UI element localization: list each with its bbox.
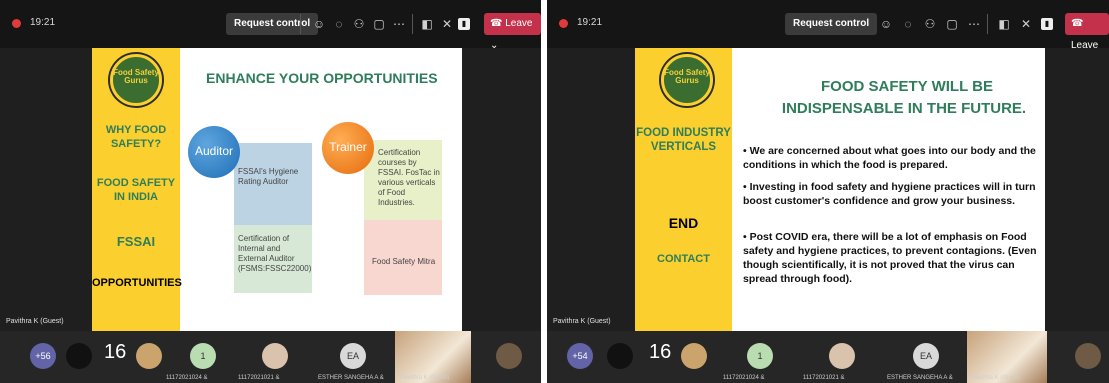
participant-count: 16 <box>649 341 672 363</box>
food-safety-logo: Food Safety Gurus <box>110 54 162 106</box>
auditor-box-1: FSSAI's Hygiene Rating Auditor <box>238 167 299 186</box>
chevron-down-icon: ⌄ <box>490 40 499 51</box>
participant-avatar-ea[interactable]: EA <box>913 343 939 369</box>
meeting-window-left: 19:21 Request control ☺ ◌ ⚇ ▢ ⋯ ◧ ✕ ▮ ☎ … <box>0 0 541 383</box>
meeting-window-right: 19:21 Request control ☺ ◌ ⚇ ▢ ⋯ ◧ ✕ ▮ ☎ … <box>547 0 1109 383</box>
participant-label: ESTHER SANGEHA A & <box>318 375 384 381</box>
participants-icon[interactable]: ⚇ <box>921 15 939 33</box>
bullet-3: • Post COVID era, there will be a lot of… <box>743 231 1037 285</box>
trainer-box-2: Food Safety Mitra <box>372 257 436 266</box>
trainer-box-1: Certification courses by FSSAI. FosTac i… <box>378 148 440 207</box>
participant-avatar[interactable] <box>607 343 633 369</box>
nav-opportunities[interactable]: OPPORTUNITIES <box>92 276 182 290</box>
participant-photo[interactable] <box>262 343 288 369</box>
shared-slide: Food Safety Gurus WHY FOOD SAFETY? FOOD … <box>92 48 462 331</box>
participants-icon[interactable]: ⚇ <box>350 15 368 33</box>
auditor-circle: Auditor <box>188 126 240 178</box>
chat-icon[interactable]: ◌ <box>330 15 348 33</box>
share-icon[interactable]: ▢ <box>370 15 388 33</box>
request-control-button[interactable]: Request control <box>785 13 878 35</box>
participant-photo[interactable] <box>1075 343 1101 369</box>
mic-off-icon[interactable]: ✕ <box>438 15 456 33</box>
slide-sidebar: Food Safety Gurus FOOD INDUSTRY VERTICAL… <box>635 48 732 331</box>
leave-label: Leave <box>1071 40 1099 51</box>
participant-avatar-ea[interactable]: EA <box>340 343 366 369</box>
participant-avatar-logo[interactable] <box>136 343 162 369</box>
request-control-button[interactable]: Request control <box>226 13 319 35</box>
leave-phone-icon: ☎ <box>490 18 506 29</box>
participant-label: 11172021021 & <box>803 375 845 381</box>
participant-strip: +54 16 1 11172021024 & 11172021021 & EA … <box>547 331 1109 383</box>
share-tray-icon[interactable]: ▮ <box>458 18 470 30</box>
meeting-toolbar: 19:21 Request control ☺ ◌ ⚇ ▢ ⋯ ◧ ✕ ▮ ☎ … <box>547 0 1109 51</box>
record-icon <box>559 19 568 28</box>
divider <box>987 14 988 34</box>
nav-food-safety-india[interactable]: FOOD SAFETY IN INDIA <box>92 176 180 204</box>
participant-photo[interactable] <box>829 343 855 369</box>
nav-fssai[interactable]: FSSAI <box>92 235 180 249</box>
leave-button[interactable]: ☎ Leave ⌄ <box>484 13 541 51</box>
nav-contact[interactable]: CONTACT <box>635 252 732 266</box>
overflow-participants[interactable]: +54 <box>567 343 593 369</box>
presenter-name: Pavithra K (Guest) <box>6 318 64 325</box>
camera-off-icon[interactable]: ◧ <box>418 15 436 33</box>
participant-count: 16 <box>104 341 127 363</box>
trainer-circle: Trainer <box>322 122 374 174</box>
meeting-toolbar: 19:21 Request control ☺ ◌ ⚇ ▢ ⋯ ◧ ✕ ▮ ☎ … <box>0 0 541 51</box>
overflow-participants[interactable]: +56 <box>30 343 56 369</box>
more-icon[interactable]: ⋯ <box>965 15 983 33</box>
participant-label: 11172021024 & <box>166 375 208 381</box>
participant-strip: +56 16 1 11172021024 & 11172021021 & EA … <box>0 331 541 383</box>
participant-label: 11172021021 & <box>238 375 280 381</box>
meeting-timer: 19:21 <box>577 17 603 28</box>
participant-avatar-logo[interactable] <box>681 343 707 369</box>
share-icon[interactable]: ▢ <box>943 15 961 33</box>
slide-title-line-2: INDISPENSABLE IN THE FUTURE. <box>781 100 1027 117</box>
bullet-1: • We are concerned about what goes into … <box>743 145 1036 171</box>
divider <box>300 14 301 34</box>
logo-text: Food Safety Gurus <box>113 68 159 85</box>
slide-sidebar: Food Safety Gurus WHY FOOD SAFETY? FOOD … <box>92 48 182 331</box>
record-icon <box>12 19 21 28</box>
meeting-timer: 19:21 <box>30 17 56 28</box>
emoji-icon[interactable]: ☺ <box>877 15 895 33</box>
participant-avatar[interactable] <box>66 343 92 369</box>
share-tray-icon[interactable]: ▮ <box>1041 18 1053 30</box>
participant-avatar-1[interactable]: 1 <box>747 343 773 369</box>
participant-label: Pavithra K (Guest) <box>971 375 1021 381</box>
leave-button[interactable]: ☎ Leave <box>1065 13 1109 51</box>
camera-off-icon[interactable]: ◧ <box>995 15 1013 33</box>
more-icon[interactable]: ⋯ <box>390 15 408 33</box>
participant-photo[interactable] <box>496 343 522 369</box>
slide-title-line-1: FOOD SAFETY WILL BE <box>821 78 993 95</box>
participant-label: 11172021024 & <box>723 375 765 381</box>
divider <box>412 14 413 34</box>
shared-slide: Food Safety Gurus FOOD INDUSTRY VERTICAL… <box>635 48 1045 331</box>
participant-label: Pavithra K (Guest) <box>400 375 450 381</box>
chat-icon[interactable]: ◌ <box>899 15 917 33</box>
nav-food-industry-verticals[interactable]: FOOD INDUSTRY VERTICALS <box>635 126 732 154</box>
participant-label: ESTHER SANGEHA A & <box>887 375 953 381</box>
leave-label: Leave <box>505 18 533 29</box>
presenter-name: Pavithra K (Guest) <box>553 318 611 325</box>
participant-avatar-1[interactable]: 1 <box>190 343 216 369</box>
nav-end[interactable]: END <box>635 216 732 230</box>
slide-title: ENHANCE YOUR OPPORTUNITIES <box>206 70 438 86</box>
mic-off-icon[interactable]: ✕ <box>1017 15 1035 33</box>
leave-phone-icon: ☎ <box>1071 18 1084 29</box>
food-safety-logo: Food Safety Gurus <box>661 54 713 106</box>
emoji-icon[interactable]: ☺ <box>310 15 328 33</box>
nav-why-food-safety[interactable]: WHY FOOD SAFETY? <box>92 123 180 151</box>
auditor-box-2: Certification of Internal and External A… <box>238 234 312 273</box>
bullet-2: • Investing in food safety and hygiene p… <box>743 181 1036 207</box>
logo-text: Food Safety Gurus <box>664 68 710 85</box>
